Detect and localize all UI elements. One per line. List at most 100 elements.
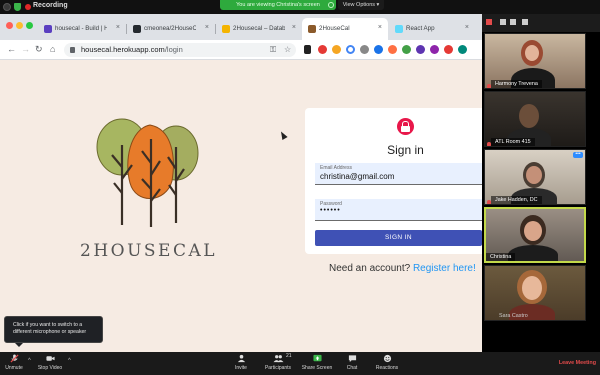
view-options-button[interactable]: View Options ▾ — [338, 0, 384, 10]
participant-tile[interactable]: Sara Castro — [484, 265, 586, 321]
grid-view-icon[interactable] — [522, 19, 528, 25]
brand-wordmark: 2HOUSECAL — [80, 241, 218, 261]
bookmark-star-icon[interactable]: ☆ — [284, 45, 291, 54]
browser-tab[interactable]: React App × — [389, 18, 475, 40]
tab-close-icon[interactable]: × — [378, 24, 382, 31]
key-icon[interactable]: ⚿ — [270, 45, 276, 55]
participant-gallery: Harmony Trevena ATL Room 415 ••• Jake Ha… — [482, 14, 600, 352]
participant-name: Harmony Trevena — [491, 80, 542, 88]
reactions-button[interactable]: Reactions — [372, 354, 402, 371]
tab-favicon-icon — [222, 25, 230, 33]
extension-icon[interactable] — [388, 45, 397, 54]
extension-icon[interactable] — [346, 45, 355, 54]
stop-video-button[interactable]: Stop Video — [34, 354, 66, 371]
chat-label: Chat — [346, 365, 358, 371]
share-screen-icon — [312, 354, 322, 362]
share-screen-button[interactable]: Share Screen — [300, 354, 334, 371]
mic-icon — [9, 354, 19, 363]
participant-tile[interactable]: Harmony Trevena — [484, 33, 586, 89]
home-icon[interactable]: ⌂ — [50, 44, 55, 54]
back-icon[interactable]: ← — [7, 44, 16, 54]
extension-icon[interactable] — [402, 45, 411, 54]
screen: Recording You are viewing Christina's sc… — [0, 0, 600, 375]
viewing-banner: You are viewing Christina's screen — [220, 0, 336, 10]
tab-close-icon[interactable]: × — [465, 24, 469, 31]
extension-icon[interactable] — [430, 45, 439, 54]
participant-tile-active-speaker[interactable]: Christina — [484, 207, 586, 263]
browser-toolbar: ← → ↻ ⌂ housecal.herokuapp.com/login ⚿ ☆ — [0, 40, 482, 60]
reactions-label: Reactions — [375, 365, 399, 371]
browser-tab[interactable]: cmeonea/2HouseCa... × — [127, 18, 215, 40]
extension-icon[interactable] — [332, 45, 341, 54]
video-camera-icon — [45, 356, 55, 361]
person-plus-icon — [237, 354, 245, 363]
participant-name: Sara Castro — [499, 313, 528, 319]
maximize-window-icon[interactable] — [26, 22, 33, 29]
register-link[interactable]: Register here! — [413, 263, 476, 274]
extension-icon[interactable] — [416, 45, 425, 54]
tab-favicon-icon — [133, 25, 141, 33]
meeting-controls: Unmute ^ Stop Video ^ Invite Participant… — [0, 352, 600, 375]
chat-button[interactable]: Chat — [341, 354, 363, 371]
lock-icon — [397, 118, 414, 135]
minimize-window-icon[interactable] — [16, 22, 23, 29]
people-icon — [273, 355, 283, 363]
extension-icon[interactable] — [318, 45, 327, 54]
close-icon[interactable] — [486, 19, 492, 25]
share-screen-label: Share Screen — [301, 365, 333, 371]
participant-tile[interactable]: ••• Jake Hadden, DC — [484, 149, 586, 205]
lock-icon — [70, 47, 75, 53]
audio-options-caret-icon[interactable]: ^ — [28, 358, 31, 364]
stop-video-label: Stop Video — [37, 365, 63, 371]
participant-tile[interactable]: ATL Room 415 — [484, 91, 586, 147]
extension-icon[interactable] — [458, 45, 467, 54]
tab-favicon-icon — [308, 25, 316, 33]
extension-icon[interactable] — [374, 45, 383, 54]
tab-title: housecal - Build | He — [55, 25, 107, 32]
participant-name: Christina — [486, 253, 516, 261]
info-icon[interactable] — [3, 3, 11, 11]
signin-button[interactable]: SIGN IN — [315, 230, 482, 246]
tab-close-icon[interactable]: × — [292, 24, 296, 31]
tab-favicon-icon — [44, 25, 52, 33]
tab-title: React App — [406, 25, 435, 32]
need-account-label: Need an account? — [329, 263, 411, 274]
tab-title: cmeonea/2HouseCa... — [144, 25, 196, 32]
url-text: housecal.herokuapp.com/login — [81, 45, 183, 54]
browser-tab[interactable]: 2Housecal – Databa... × — [216, 18, 302, 40]
participant-count: 21 — [286, 353, 292, 359]
tab-close-icon[interactable]: × — [116, 24, 120, 31]
tab-title: 2HouseCal — [319, 25, 350, 32]
extension-icon[interactable] — [444, 45, 453, 54]
signin-card: Sign in Email Address christina@gmail.co… — [305, 108, 482, 254]
invite-button[interactable]: Invite — [229, 354, 253, 371]
email-field[interactable]: Email Address christina@gmail.com — [315, 163, 482, 185]
browser-tab[interactable]: housecal - Build | He × — [38, 18, 126, 40]
extension-icon[interactable] — [304, 45, 311, 54]
unmute-label: Unmute — [5, 365, 23, 371]
browser-tab-active[interactable]: 2HouseCal × — [302, 18, 388, 40]
tab-close-icon[interactable]: × — [205, 24, 209, 31]
minimize-icon[interactable] — [500, 19, 506, 25]
trees-logo-icon — [96, 118, 199, 227]
address-bar[interactable]: housecal.herokuapp.com/login ⚿ ☆ — [64, 43, 296, 57]
expand-icon[interactable] — [510, 19, 516, 25]
tab-favicon-icon — [395, 25, 403, 33]
recording-label: Recording — [33, 2, 68, 9]
unmute-button[interactable]: Unmute — [3, 354, 25, 371]
reload-icon[interactable]: ↻ — [35, 44, 43, 54]
password-field[interactable]: Password •••••• — [315, 199, 482, 221]
extension-icon[interactable] — [360, 45, 369, 54]
zoom-top-bar: Recording You are viewing Christina's sc… — [0, 0, 600, 14]
shield-icon[interactable] — [14, 3, 21, 11]
close-window-icon[interactable] — [6, 22, 13, 29]
smiley-plus-icon — [383, 354, 391, 363]
participants-label: Participants — [264, 365, 292, 371]
forward-icon[interactable]: → — [21, 44, 30, 54]
video-options-caret-icon[interactable]: ^ — [68, 358, 71, 364]
recording-dot-icon — [25, 4, 31, 10]
mouse-pointer-icon — [278, 130, 288, 140]
gallery-toolbar — [482, 14, 600, 32]
more-options-icon[interactable]: ••• — [573, 152, 583, 158]
leave-meeting-button[interactable]: Leave Meeting — [559, 360, 596, 366]
